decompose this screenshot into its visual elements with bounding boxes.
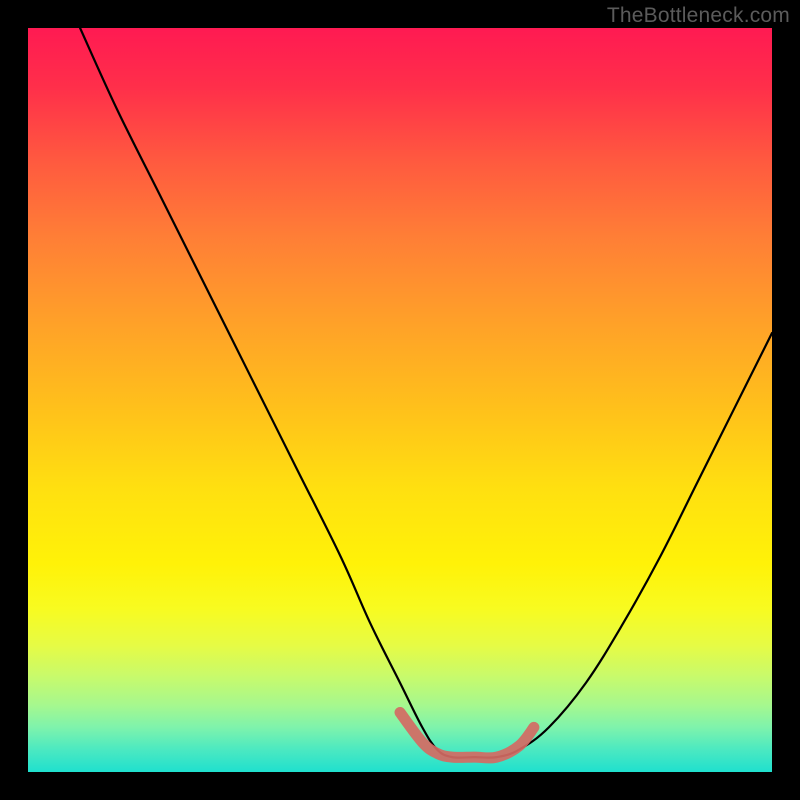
attribution-text: TheBottleneck.com [607, 4, 790, 28]
chart-frame: TheBottleneck.com [0, 0, 800, 800]
highlight-marker [400, 712, 534, 758]
bottleneck-curve [80, 28, 772, 758]
plot-area [28, 28, 772, 772]
curve-layer [28, 28, 772, 772]
